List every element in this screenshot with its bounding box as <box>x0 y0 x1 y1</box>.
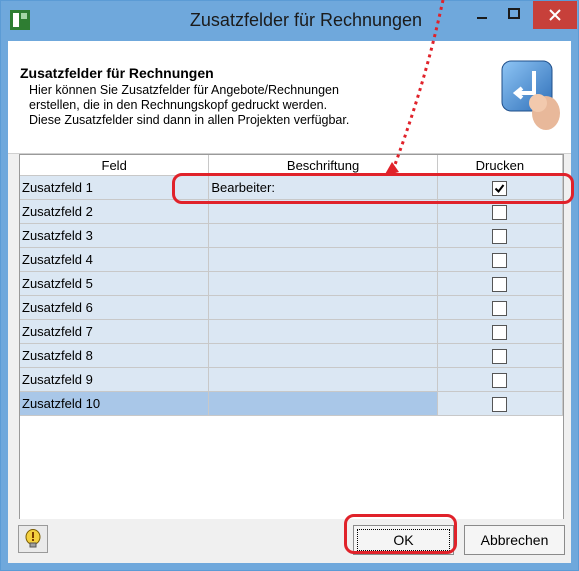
annotation-arrow <box>384 0 445 176</box>
